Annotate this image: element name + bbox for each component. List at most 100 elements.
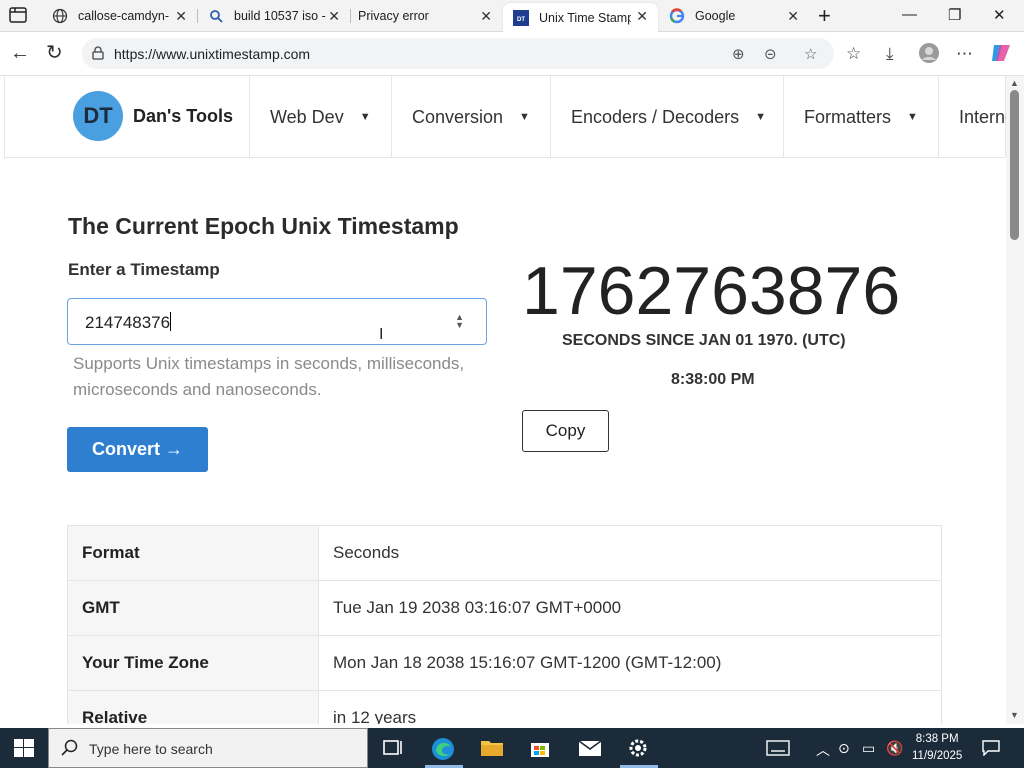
settings-gear-icon[interactable] xyxy=(626,736,650,760)
keyboard-icon[interactable] xyxy=(766,740,790,759)
tab-strip: callose-camdyn- ✕ build 10537 iso - ✕ Pr… xyxy=(0,0,1024,32)
nav-formatters[interactable]: Formatters ▼ xyxy=(783,76,938,158)
tab-actions-icon[interactable] xyxy=(8,6,30,26)
result-table: Format Seconds GMT Tue Jan 19 2038 03:16… xyxy=(67,525,942,724)
downloads-icon[interactable]: ⤓ xyxy=(886,44,894,64)
close-icon[interactable]: ✕ xyxy=(787,9,799,23)
browser-toolbar: ← ↻ https://www.unixtimestamp.com ⊕ ⊝ ☆ xyxy=(0,32,1024,76)
nav-internet[interactable]: Interne xyxy=(938,76,1006,158)
nav-encoders-decoders[interactable]: Encoders / Decoders ▼ xyxy=(550,76,783,158)
tab-callose[interactable]: callose-camdyn- ✕ xyxy=(42,0,197,32)
row-value: Tue Jan 19 2038 03:16:07 GMT+0000 xyxy=(318,580,942,636)
tab-title: callose-camdyn- xyxy=(78,9,170,23)
table-row: Relative in 12 years xyxy=(67,690,942,724)
caret-down-icon: ▼ xyxy=(359,111,371,123)
lock-icon[interactable] xyxy=(92,46,104,65)
copy-button[interactable]: Copy xyxy=(522,410,609,452)
svg-text:DT: DT xyxy=(517,17,525,23)
volume-muted-icon[interactable]: 🔇 xyxy=(886,740,903,757)
search-icon xyxy=(61,739,79,762)
taskbar-search[interactable]: Type here to search xyxy=(48,728,368,768)
site-name[interactable]: Dan's Tools xyxy=(133,106,233,127)
meet-now-icon[interactable]: ⊙ xyxy=(838,740,850,757)
timestamp-input[interactable]: 214748376 ▲ ▼ xyxy=(67,298,487,345)
tab-title: Google xyxy=(695,9,736,23)
page-scrollbar[interactable]: ▲ ▼ xyxy=(1006,76,1024,724)
caret-down-icon: ▼ xyxy=(907,111,918,123)
site-header: DT Dan's Tools Web Dev ▼ Conversion ▼ Enco… xyxy=(4,76,1006,158)
close-icon[interactable]: ✕ xyxy=(328,9,340,23)
task-view-icon[interactable] xyxy=(381,736,405,760)
tab-title: build 10537 iso - xyxy=(234,9,326,23)
settings-more-icon[interactable]: ⋯ xyxy=(956,44,973,64)
number-spinner-icon[interactable]: ▲ ▼ xyxy=(455,313,464,330)
scrollbar-thumb[interactable] xyxy=(1010,90,1019,240)
profile-avatar-icon[interactable] xyxy=(918,42,940,69)
edge-browser-icon[interactable] xyxy=(430,736,454,760)
convert-button[interactable]: Convert → xyxy=(67,427,208,472)
nav-label: Encoders / Decoders xyxy=(571,106,740,127)
caret-down-icon: ▼ xyxy=(519,111,530,123)
nav-conversion[interactable]: Conversion ▼ xyxy=(391,76,550,158)
file-explorer-icon[interactable] xyxy=(479,736,503,760)
table-row: Your Time Zone Mon Jan 18 2038 15:16:07 … xyxy=(67,635,942,691)
current-epoch: 1762763876 xyxy=(522,253,901,329)
globe-icon xyxy=(52,8,68,24)
restore-icon[interactable]: ❐ xyxy=(948,6,961,24)
new-tab-button[interactable]: + xyxy=(818,5,831,27)
notifications-icon[interactable] xyxy=(982,740,1000,759)
zoom-icon[interactable]: ⊕ xyxy=(732,45,745,63)
tab-unix-time-stamp[interactable]: DT Unix Time Stamp ✕ xyxy=(503,3,658,32)
network-icon[interactable]: ▭ xyxy=(862,740,875,757)
text-cursor-icon: I xyxy=(379,326,384,343)
tab-build-search[interactable]: build 10537 iso - ✕ xyxy=(198,0,350,32)
taskbar: Type here to search ︿ ⊙ ▭ 🔇 8:38 PM 11/9… xyxy=(0,728,1024,768)
minimize-icon[interactable]: — xyxy=(902,6,917,23)
system-clock[interactable]: 8:38 PM 11/9/2025 xyxy=(912,731,962,765)
windows-start-icon[interactable] xyxy=(14,739,34,762)
table-row: GMT Tue Jan 19 2038 03:16:07 GMT+0000 xyxy=(67,580,942,636)
address-bar[interactable]: https://www.unixtimestamp.com ⊕ ⊝ ☆ xyxy=(82,38,834,69)
tab-title: Privacy error xyxy=(358,9,429,23)
tab-privacy-error[interactable]: Privacy error ✕ xyxy=(348,0,502,32)
copilot-icon[interactable] xyxy=(990,43,1012,68)
taskbar-search-placeholder: Type here to search xyxy=(89,741,213,757)
mail-icon[interactable] xyxy=(577,736,602,760)
tab-google[interactable]: Google ✕ xyxy=(659,0,809,32)
window-close-icon[interactable]: ✕ xyxy=(993,6,1006,24)
favorite-star-icon[interactable]: ☆ xyxy=(804,45,817,63)
site-logo[interactable]: DT xyxy=(73,91,123,141)
nav-label: Web Dev xyxy=(270,106,344,127)
nav-label: Conversion xyxy=(412,106,504,127)
refresh-icon[interactable]: ↻ xyxy=(46,43,63,63)
row-key: Your Time Zone xyxy=(67,635,319,691)
tab-title: Unix Time Stamp xyxy=(539,10,631,25)
scroll-down-icon[interactable]: ▼ xyxy=(1010,710,1019,720)
row-value: Mon Jan 18 2038 15:16:07 GMT-1200 (GMT-1… xyxy=(318,635,942,691)
reading-mode-icon[interactable]: ⊝ xyxy=(764,45,777,63)
close-icon[interactable]: ✕ xyxy=(175,9,187,23)
favorites-icon[interactable]: ☆ xyxy=(846,44,861,64)
close-icon[interactable]: ✕ xyxy=(636,9,648,23)
row-key: Relative xyxy=(67,690,319,724)
row-value: Seconds xyxy=(318,525,942,581)
scroll-up-icon[interactable]: ▲ xyxy=(1010,78,1019,88)
url-text: https://www.unixtimestamp.com xyxy=(114,46,311,62)
current-time: 8:38:00 PM xyxy=(671,371,755,388)
back-icon[interactable]: ← xyxy=(10,43,30,63)
table-row: Format Seconds xyxy=(67,525,942,581)
timestamp-input-value: 214748376 xyxy=(85,312,172,332)
row-value: in 12 years xyxy=(318,690,942,724)
clock-date: 11/9/2025 xyxy=(912,750,963,762)
chevron-up-icon[interactable]: ︿ xyxy=(816,740,830,760)
row-key: GMT xyxy=(67,580,319,636)
page-content: DT Dan's Tools Web Dev ▼ Conversion ▼ Enco… xyxy=(0,76,1006,724)
microsoft-store-icon[interactable] xyxy=(528,736,552,760)
search-icon xyxy=(208,8,224,24)
close-icon[interactable]: ✕ xyxy=(480,9,492,23)
caret-down-icon: ▼ xyxy=(755,111,766,123)
clock-time: 8:38 PM xyxy=(915,733,959,745)
nav-web-dev[interactable]: Web Dev ▼ xyxy=(249,76,391,158)
input-helper-text: Supports Unix timestamps in seconds, mil… xyxy=(73,354,465,399)
nav-label: Interne xyxy=(959,106,1006,127)
